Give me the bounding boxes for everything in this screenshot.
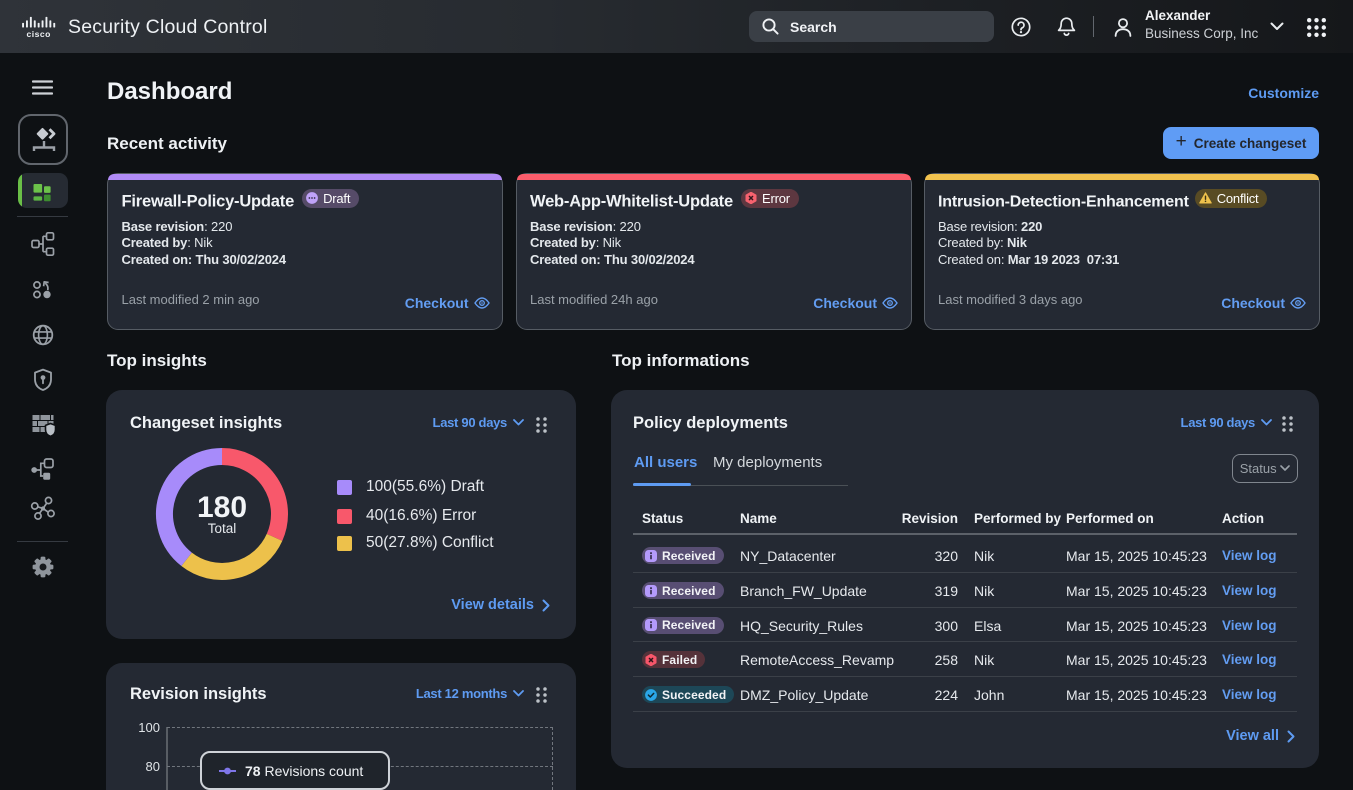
svg-text:cisco: cisco (26, 29, 50, 38)
